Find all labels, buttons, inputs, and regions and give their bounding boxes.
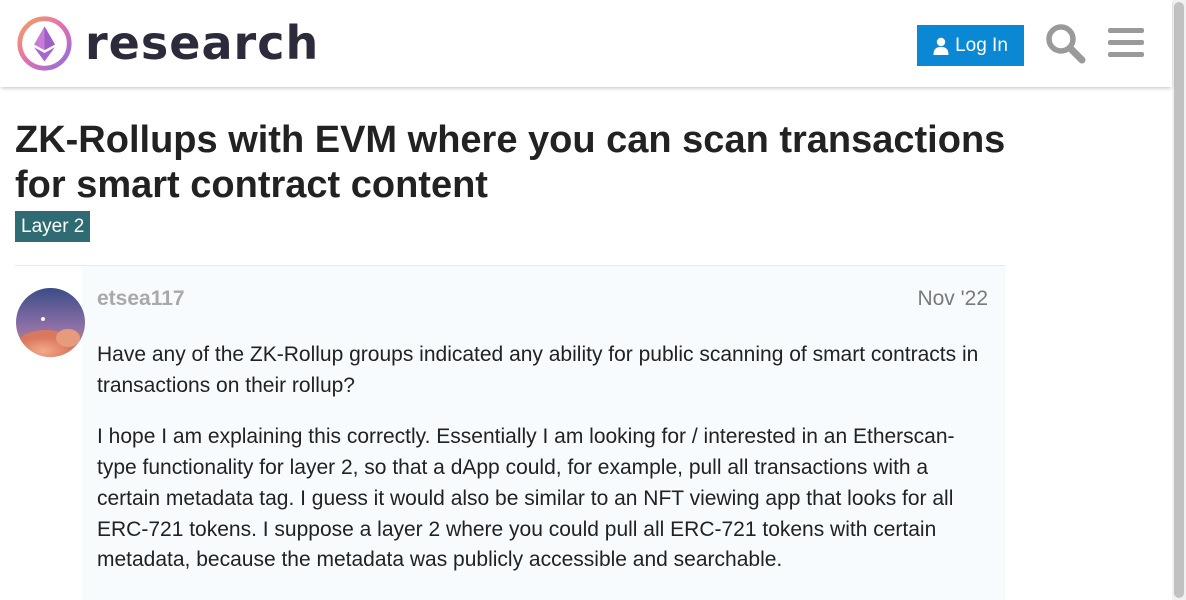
post-date[interactable]: Nov '22 xyxy=(860,287,988,311)
search-button[interactable] xyxy=(1044,22,1086,64)
ethereum-research-logo-icon xyxy=(17,16,72,71)
login-button-label: Log In xyxy=(955,34,1008,56)
site-logo-text: research xyxy=(85,16,320,70)
scrollbar-thumb[interactable] xyxy=(1174,2,1184,598)
post-username[interactable]: etsea117 xyxy=(97,287,185,311)
site-header: research Log In xyxy=(0,0,1172,87)
site-logo-link[interactable]: research xyxy=(16,15,319,72)
post-paragraph: Have any of the ZK-Rollup groups indicat… xyxy=(97,343,979,397)
user-icon xyxy=(933,37,949,55)
topic-title[interactable]: ZK-Rollups with EVM where you can scan t… xyxy=(15,118,1025,208)
hamburger-menu-icon xyxy=(1108,28,1144,57)
user-avatar[interactable] xyxy=(16,288,85,357)
login-button[interactable]: Log In xyxy=(917,25,1024,66)
hamburger-menu-button[interactable] xyxy=(1106,24,1146,62)
post-content: Have any of the ZK-Rollup groups indicat… xyxy=(97,340,992,597)
post-paragraph: I hope I am explaining this correctly. E… xyxy=(97,425,955,572)
search-icon xyxy=(1046,24,1086,64)
category-badge[interactable]: Layer 2 xyxy=(15,211,91,242)
